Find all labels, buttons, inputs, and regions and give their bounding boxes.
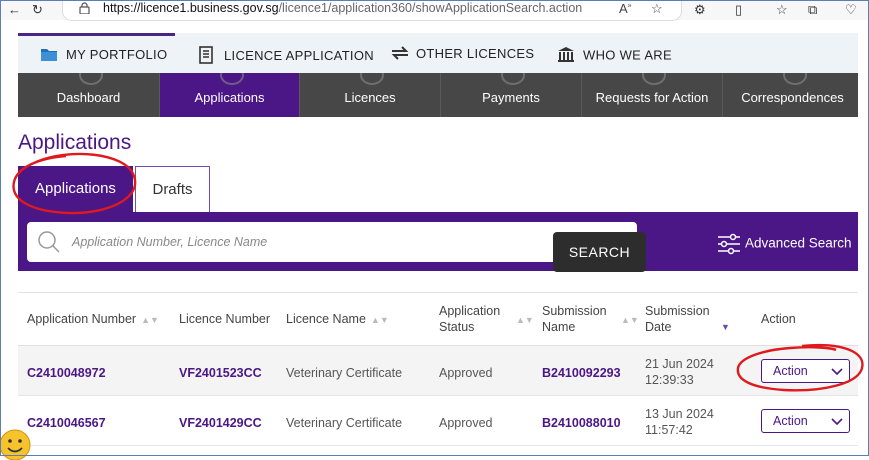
- sort-icon: ▲▼: [621, 315, 639, 325]
- menu-my-portfolio[interactable]: MY PORTFOLIO: [40, 46, 167, 62]
- header-licence-number: Licence Number: [179, 312, 271, 326]
- submission-date: 21 Jun 2024 12:39:33: [645, 357, 714, 387]
- tab-drafts[interactable]: Drafts: [135, 166, 210, 212]
- main-nav: Dashboard Applications Licences Payments…: [18, 73, 858, 117]
- header-submission-date[interactable]: Submission Date ▼: [645, 303, 730, 335]
- browser-toolbar: ← ↻ https://licence1.business.gov.sg/lic…: [0, 0, 869, 21]
- table-row: C2410046567 VF2401429CC Veterinary Certi…: [18, 396, 858, 446]
- action-dropdown[interactable]: Action: [761, 409, 850, 433]
- folder-icon: [40, 46, 58, 65]
- search-placeholder: Application Number, Licence Name: [72, 235, 268, 249]
- split-screen-icon[interactable]: ▯: [735, 2, 742, 18]
- search-icon: [38, 231, 60, 253]
- menu-licence-application[interactable]: LICENCE APPLICATION: [198, 46, 374, 64]
- applications-table: Application Number ▲▼ Licence Number Lice…: [18, 292, 858, 446]
- nav-licences[interactable]: Licences: [300, 73, 441, 117]
- favorites-icon[interactable]: ☆: [776, 2, 788, 18]
- menu-who-we-are[interactable]: WHO WE ARE: [557, 46, 672, 62]
- menu-other-licences[interactable]: OTHER LICENCES: [390, 46, 534, 62]
- header-action: Action: [761, 312, 796, 326]
- application-number-link[interactable]: C2410048972: [27, 365, 106, 381]
- extensions-icon[interactable]: ⚙: [694, 2, 706, 18]
- licence-name: Veterinary Certificate: [286, 366, 403, 380]
- dashboard-icon: [78, 73, 103, 85]
- search-button[interactable]: SEARCH: [553, 232, 646, 272]
- sort-icon: ▲▼: [141, 315, 159, 325]
- address-bar[interactable]: https://licence1.business.gov.sg/licence…: [62, 0, 682, 21]
- back-arrow-icon[interactable]: ←: [8, 2, 21, 18]
- search-panel: Application Number, Licence Name SEARCH …: [18, 212, 858, 272]
- application-status: Approved: [439, 416, 493, 430]
- chevron-down-icon: [831, 418, 843, 426]
- search-input[interactable]: Application Number, Licence Name SEARCH: [27, 222, 646, 272]
- nav-dashboard[interactable]: Dashboard: [18, 73, 160, 117]
- sliders-icon: [718, 233, 740, 255]
- table-row: C2410048972 VF2401523CC Veterinary Certi…: [18, 346, 858, 396]
- header-submission-name[interactable]: Submission Name ▲▼: [542, 303, 639, 335]
- form-icon: [198, 46, 216, 67]
- header-application-status[interactable]: Application Status ▲▼: [439, 303, 534, 335]
- favorite-star-icon[interactable]: ☆: [651, 1, 663, 17]
- url-text: https://licence1.business.gov.sg/licence…: [103, 1, 583, 15]
- refresh-icon[interactable]: ↻: [32, 2, 43, 18]
- applications-icon: [219, 73, 244, 85]
- application-number-link[interactable]: C2410046567: [27, 415, 106, 431]
- browser-essentials-icon[interactable]: ♡: [845, 2, 857, 18]
- lock-icon[interactable]: [79, 2, 90, 17]
- action-dropdown[interactable]: Action: [761, 359, 850, 383]
- advanced-search-link[interactable]: Advanced Search: [717, 233, 852, 255]
- header-licence-name[interactable]: Licence Name ▲▼: [286, 311, 389, 328]
- active-menu-accent: [18, 33, 175, 36]
- licence-number-link[interactable]: VF2401429CC: [179, 415, 262, 431]
- licences-icon: [360, 73, 384, 85]
- submission-name-link[interactable]: B2410092293: [542, 365, 621, 381]
- submission-name-link[interactable]: B2410088010: [542, 415, 621, 431]
- sort-desc-icon: ▼: [721, 322, 730, 332]
- page-title: Applications: [18, 131, 132, 154]
- table-header: Application Number ▲▼ Licence Number Lice…: [18, 293, 858, 346]
- licence-name: Veterinary Certificate: [286, 416, 403, 430]
- submission-date: 13 Jun 2024 11:57:42: [645, 407, 714, 437]
- chevron-down-icon: [831, 368, 843, 376]
- nav-correspondences[interactable]: Correspondences: [723, 73, 862, 117]
- licence-number-link[interactable]: VF2401523CC: [179, 365, 262, 381]
- nav-applications[interactable]: Applications: [160, 73, 300, 117]
- sort-icon: ▲▼: [370, 315, 389, 325]
- requests-icon: [642, 73, 666, 85]
- top-menu: MY PORTFOLIO LICENCE APPLICATION OTHER L…: [18, 33, 858, 73]
- application-status: Approved: [439, 366, 493, 380]
- collections-icon[interactable]: ⧉: [808, 2, 817, 18]
- header-application-number[interactable]: Application Number ▲▼: [27, 311, 159, 328]
- read-aloud-icon[interactable]: A»: [619, 1, 632, 16]
- payments-icon: [501, 73, 525, 85]
- building-icon: [557, 46, 575, 66]
- tab-applications[interactable]: Applications: [18, 166, 133, 212]
- smiley-face-icon: [0, 429, 31, 460]
- sort-icon: ▲▼: [516, 315, 534, 325]
- nav-requests-for-action[interactable]: Requests for Action: [582, 73, 723, 117]
- arrows-exchange-icon: [390, 46, 409, 63]
- correspondences-icon: [782, 73, 807, 85]
- nav-payments[interactable]: Payments: [441, 73, 582, 117]
